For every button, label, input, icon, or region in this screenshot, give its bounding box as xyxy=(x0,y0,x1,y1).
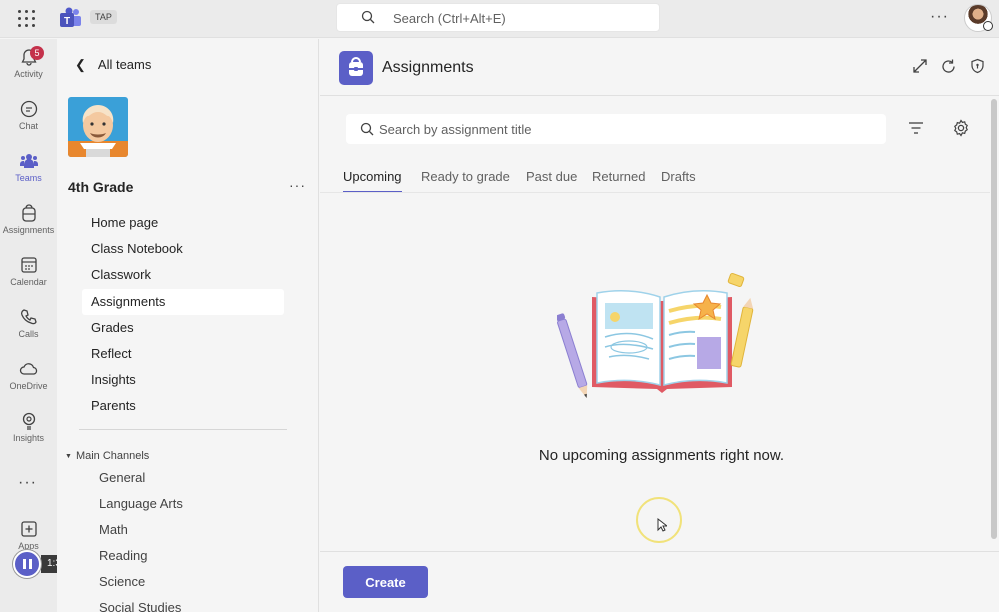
top-bar: T TAP Search (Ctrl+Alt+E) ··· xyxy=(0,0,999,38)
nav-item-parents[interactable]: Parents xyxy=(82,393,284,419)
shield-icon[interactable] xyxy=(970,58,985,74)
tab-returned[interactable]: Returned xyxy=(592,169,645,193)
main-content: Assignments Search by assignment title U… xyxy=(320,39,999,612)
nav-item-class-notebook[interactable]: Class Notebook xyxy=(82,236,284,262)
expand-icon[interactable] xyxy=(912,58,928,74)
phone-icon xyxy=(20,309,37,325)
rail-label: Insights xyxy=(12,433,45,443)
search-icon xyxy=(361,10,375,24)
nav-item-reflect[interactable]: Reflect xyxy=(82,341,284,367)
tab-ready-to-grade[interactable]: Ready to grade xyxy=(421,169,510,193)
cloud-icon xyxy=(19,363,37,375)
calendar-icon xyxy=(20,257,37,273)
tab-drafts[interactable]: Drafts xyxy=(661,169,696,193)
tab-upcoming[interactable]: Upcoming xyxy=(343,169,402,193)
rail-item-chat[interactable]: Chat xyxy=(0,93,57,143)
rail-item-teams[interactable]: Teams xyxy=(0,145,57,195)
rail-item-insights[interactable]: Insights xyxy=(0,405,57,455)
empty-state-book-illustration xyxy=(557,272,754,399)
team-more-button[interactable]: ··· xyxy=(289,177,306,193)
search-placeholder: Search by assignment title xyxy=(379,122,532,137)
team-avatar[interactable] xyxy=(68,97,128,157)
page-title: Assignments xyxy=(382,59,474,76)
create-button[interactable]: Create xyxy=(343,566,428,598)
gear-icon[interactable] xyxy=(952,119,970,137)
assignments-icon xyxy=(21,204,36,222)
search-placeholder: Search (Ctrl+Alt+E) xyxy=(393,11,506,26)
channel-language-arts[interactable]: Language Arts xyxy=(99,496,183,511)
channels-header-label: Main Channels xyxy=(75,450,150,462)
lightbulb-icon xyxy=(22,412,35,430)
channel-math[interactable]: Math xyxy=(99,522,128,537)
tab-past-due[interactable]: Past due xyxy=(526,169,577,193)
channel-science[interactable]: Science xyxy=(99,574,145,589)
channel-social-studies[interactable]: Social Studies xyxy=(99,600,181,612)
app-launcher-icon[interactable] xyxy=(18,10,36,28)
settings-more-button[interactable]: ··· xyxy=(930,8,949,26)
refresh-icon[interactable] xyxy=(940,58,957,75)
rail-label: Chat xyxy=(18,121,38,131)
activity-badge: 5 xyxy=(30,46,44,60)
scrollbar[interactable] xyxy=(991,99,997,539)
rail-item-activity[interactable]: 5 Activity xyxy=(0,41,57,91)
team-panel: ❮ All teams 4th Grade ··· Home page Class… xyxy=(57,39,319,612)
nav-item-home-page[interactable]: Home page xyxy=(82,210,284,236)
empty-state-message: No upcoming assignments right now. xyxy=(538,447,785,464)
svg-text:T: T xyxy=(64,16,70,27)
nav-item-grades[interactable]: Grades xyxy=(82,315,284,341)
footer-divider xyxy=(320,551,999,552)
app-header: Assignments xyxy=(320,39,999,96)
global-search-input[interactable]: Search (Ctrl+Alt+E) xyxy=(336,3,660,32)
tap-badge: TAP xyxy=(90,10,117,24)
tabs-divider xyxy=(320,192,990,193)
assignments-app-icon xyxy=(339,51,373,85)
caret-down-icon: ▼ xyxy=(65,453,72,460)
shakespeare-avatar-icon xyxy=(68,97,128,157)
teams-logo-icon: T xyxy=(60,7,81,27)
rail-item-assignments[interactable]: Assignments xyxy=(0,197,57,247)
channel-reading[interactable]: Reading xyxy=(99,548,147,563)
rail-label: Assignments xyxy=(2,225,55,235)
mouse-pointer-icon xyxy=(657,518,667,532)
back-label: All teams xyxy=(97,57,152,72)
rail-item-calls[interactable]: Calls xyxy=(0,301,57,351)
divider xyxy=(79,429,287,430)
nav-item-assignments[interactable]: Assignments xyxy=(82,289,284,315)
all-teams-back-button[interactable]: ❮ All teams xyxy=(75,57,151,73)
add-apps-icon xyxy=(20,521,37,537)
rail-label: Calendar xyxy=(10,277,47,287)
channel-general[interactable]: General xyxy=(99,470,145,485)
rail-label: Activity xyxy=(14,69,43,79)
assignment-search-input[interactable]: Search by assignment title xyxy=(346,114,886,144)
rail-item-onedrive[interactable]: OneDrive xyxy=(0,353,57,403)
rail-label: Teams xyxy=(15,173,42,183)
more-apps-button[interactable]: ··· xyxy=(18,474,37,492)
chat-icon xyxy=(20,100,37,118)
rail-label: Calls xyxy=(18,329,39,339)
chevron-left-icon: ❮ xyxy=(75,57,86,72)
pause-icon[interactable] xyxy=(13,550,41,578)
rail-item-calendar[interactable]: Calendar xyxy=(0,249,57,299)
nav-item-insights[interactable]: Insights xyxy=(82,367,284,393)
filter-icon[interactable] xyxy=(908,121,924,135)
search-icon xyxy=(360,122,374,136)
rail-label: OneDrive xyxy=(9,381,48,391)
channels-header[interactable]: ▼ Main Channels xyxy=(65,450,149,462)
nav-item-classwork[interactable]: Classwork xyxy=(82,262,284,288)
app-rail: 5 Activity Chat Teams Assignments Calend… xyxy=(0,39,57,612)
teams-icon xyxy=(19,154,38,168)
team-name: 4th Grade xyxy=(68,179,134,195)
presence-status-icon xyxy=(983,21,993,31)
